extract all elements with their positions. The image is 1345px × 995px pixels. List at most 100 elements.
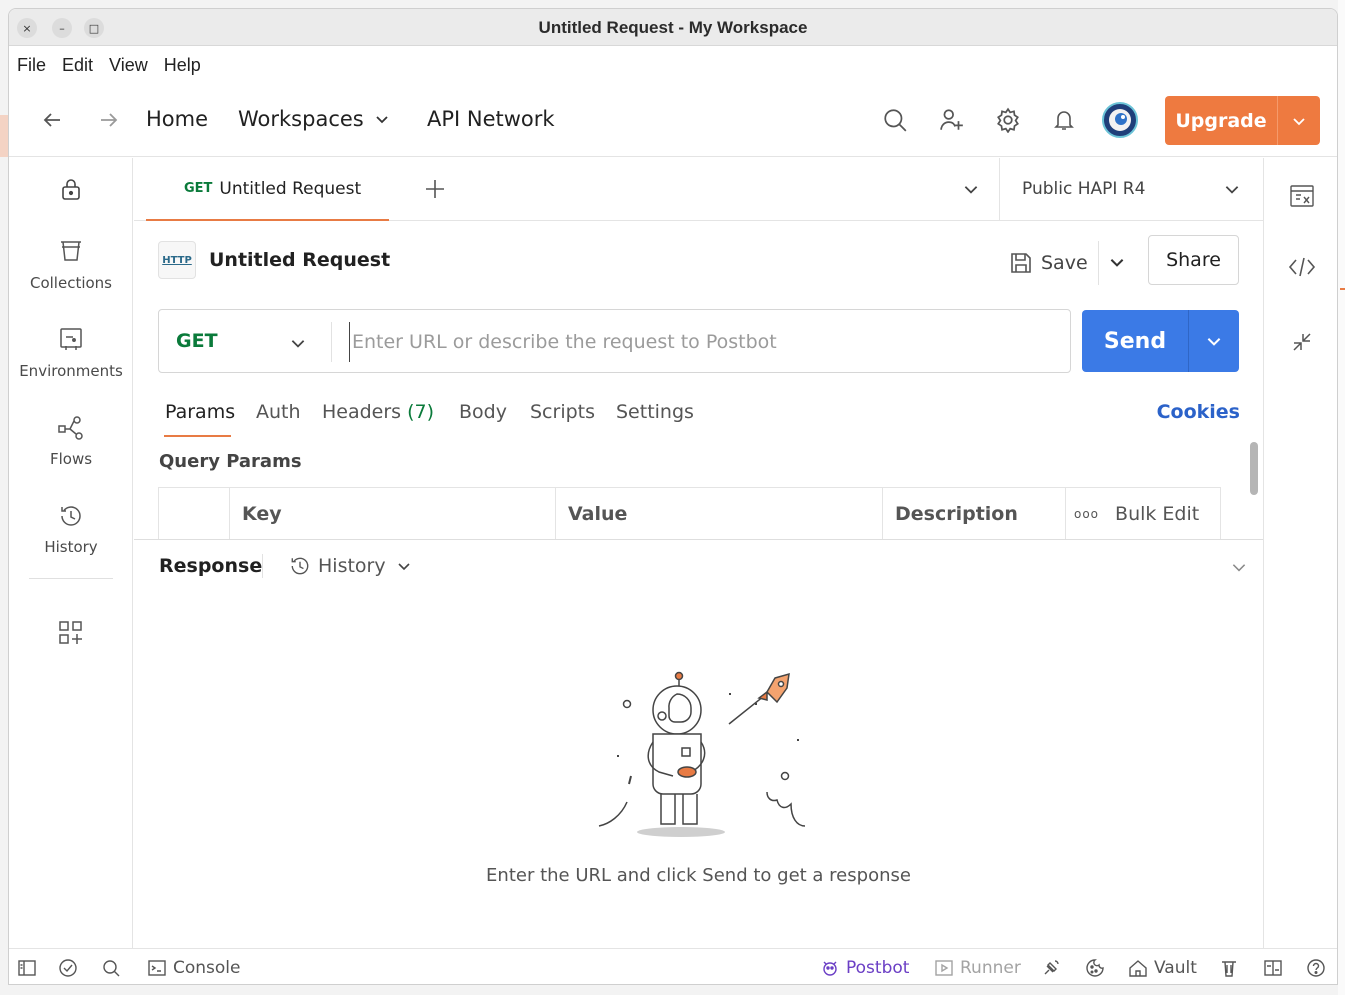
menu-help[interactable]: Help: [164, 55, 201, 76]
active-tab-underline: [164, 435, 231, 437]
tab-headers[interactable]: Headers (7): [322, 401, 434, 423]
menu-view[interactable]: View: [109, 55, 148, 76]
more-icon[interactable]: ooo: [1074, 507, 1099, 521]
right-sidebar: [1263, 158, 1337, 948]
environment-quick-look-button[interactable]: [1288, 182, 1316, 210]
response-history-button[interactable]: History: [288, 552, 412, 580]
sidebar-lock[interactable]: [9, 176, 133, 210]
tab-params[interactable]: Params: [165, 401, 235, 423]
save-divider: [1098, 241, 1099, 285]
notifications-button[interactable]: [1049, 105, 1079, 135]
send-label: Send: [1103, 328, 1167, 354]
sidebar-item-history[interactable]: History: [9, 502, 133, 556]
sidebar-item-label: Flows: [49, 450, 93, 468]
share-button[interactable]: Share: [1148, 235, 1239, 285]
postbot-button[interactable]: Postbot: [820, 957, 909, 979]
runner-button[interactable]: Runner: [934, 957, 1021, 979]
url-input[interactable]: [349, 322, 1049, 362]
environment-icon: [60, 328, 82, 350]
postbot-label: Postbot: [846, 958, 910, 978]
tab-bar: GET Untitled Request Public HAPI R4: [134, 158, 1263, 221]
chevron-down-icon: [1207, 338, 1221, 346]
collapse-panel-button[interactable]: [1288, 328, 1316, 356]
nav-workspaces-label: Workspaces: [238, 107, 364, 131]
sidebar-divider: [29, 578, 113, 579]
menu-edit[interactable]: Edit: [62, 55, 93, 76]
sidebar-item-flows[interactable]: Flows: [9, 414, 133, 468]
help-button[interactable]: [1306, 957, 1326, 979]
cookies-button[interactable]: [1085, 957, 1105, 979]
layout-toggle-button[interactable]: [1263, 957, 1283, 979]
request-title[interactable]: Untitled Request: [209, 249, 390, 271]
settings-button[interactable]: [993, 105, 1023, 135]
arrow-left-icon: [43, 113, 60, 127]
sidebar: Collections Environments Flows History: [9, 158, 133, 948]
save-label: Save: [1041, 252, 1088, 274]
checkbox-column: [159, 488, 230, 540]
bell-icon: [1054, 111, 1074, 130]
bulk-edit-button[interactable]: ooo Bulk Edit: [1074, 488, 1199, 540]
response-history-label: History: [318, 555, 386, 577]
gear-icon: [997, 107, 1019, 133]
trash-button[interactable]: [1219, 957, 1239, 979]
toggle-sidebar-button[interactable]: [17, 957, 37, 979]
environment-selector[interactable]: Public HAPI R4: [999, 158, 1263, 221]
history-icon: [61, 506, 81, 526]
console-label: Console: [173, 958, 241, 978]
console-button[interactable]: Console: [147, 957, 241, 979]
invite-button[interactable]: [937, 105, 967, 135]
tab-list-button[interactable]: [962, 180, 980, 202]
cookie-icon: [1086, 959, 1104, 977]
sidebar-item-collections[interactable]: Collections: [9, 238, 133, 292]
save-button[interactable]: Save: [1009, 245, 1088, 281]
connection-status-button[interactable]: [58, 957, 78, 979]
flows-icon: [58, 416, 83, 440]
tab-untitled-request[interactable]: GET Untitled Request: [146, 158, 389, 221]
vault-button[interactable]: Vault: [1128, 957, 1197, 979]
tab-method: GET: [184, 181, 213, 196]
scrollbar[interactable]: [1250, 442, 1258, 495]
upgrade-dropdown[interactable]: [1278, 113, 1320, 129]
send-button[interactable]: Send: [1082, 310, 1239, 372]
nav-api-network[interactable]: API Network: [427, 107, 555, 131]
desktop-strip: [1338, 0, 1345, 995]
menu-file[interactable]: File: [17, 55, 46, 76]
response-collapse-button[interactable]: [1230, 558, 1248, 580]
back-button[interactable]: [37, 105, 67, 135]
add-user-icon: [940, 109, 963, 130]
method-selector[interactable]: GET: [176, 330, 218, 352]
sidebar-item-label: Environments: [19, 362, 123, 380]
bulk-edit-label: Bulk Edit: [1115, 503, 1200, 525]
sidebar-item-environments[interactable]: Environments: [9, 326, 133, 380]
save-dropdown-button[interactable]: [1108, 253, 1126, 275]
capture-requests-button[interactable]: [1041, 957, 1061, 979]
cookies-link[interactable]: Cookies: [1157, 401, 1240, 423]
sidebar-toggle-icon: [18, 960, 36, 976]
new-tab-button[interactable]: [422, 176, 448, 202]
find-button[interactable]: [101, 957, 121, 979]
environment-table-icon: [1290, 185, 1314, 207]
tab-headers-label: Headers: [322, 401, 402, 423]
nav-home[interactable]: Home: [146, 107, 208, 131]
forward-button[interactable]: [94, 105, 124, 135]
menu-bar: File Edit View Help: [9, 47, 1337, 83]
url-divider: [331, 322, 332, 362]
upgrade-button[interactable]: Upgrade: [1165, 96, 1320, 145]
sidebar-configure-button[interactable]: [9, 620, 133, 654]
title-bar: × – □ Untitled Request - My Workspace: [9, 9, 1337, 46]
app-window: × – □ Untitled Request - My Workspace Fi…: [8, 8, 1338, 985]
tab-auth[interactable]: Auth: [256, 401, 301, 423]
play-box-icon: [935, 960, 953, 976]
tab-scripts[interactable]: Scripts: [530, 401, 595, 423]
chevron-down-icon: [1110, 259, 1124, 267]
avatar[interactable]: [1102, 102, 1138, 138]
search-button[interactable]: [880, 105, 910, 135]
nav-workspaces[interactable]: Workspaces: [238, 107, 390, 131]
tab-body[interactable]: Body: [459, 401, 507, 423]
send-dropdown[interactable]: [1189, 332, 1239, 350]
method-dropdown[interactable]: [289, 334, 307, 356]
request-subtabs: Params Auth Headers (7) Body Scripts Set…: [158, 393, 1240, 439]
tab-settings[interactable]: Settings: [616, 401, 694, 423]
check-circle-icon: [59, 959, 77, 977]
code-snippet-button[interactable]: [1288, 253, 1316, 281]
